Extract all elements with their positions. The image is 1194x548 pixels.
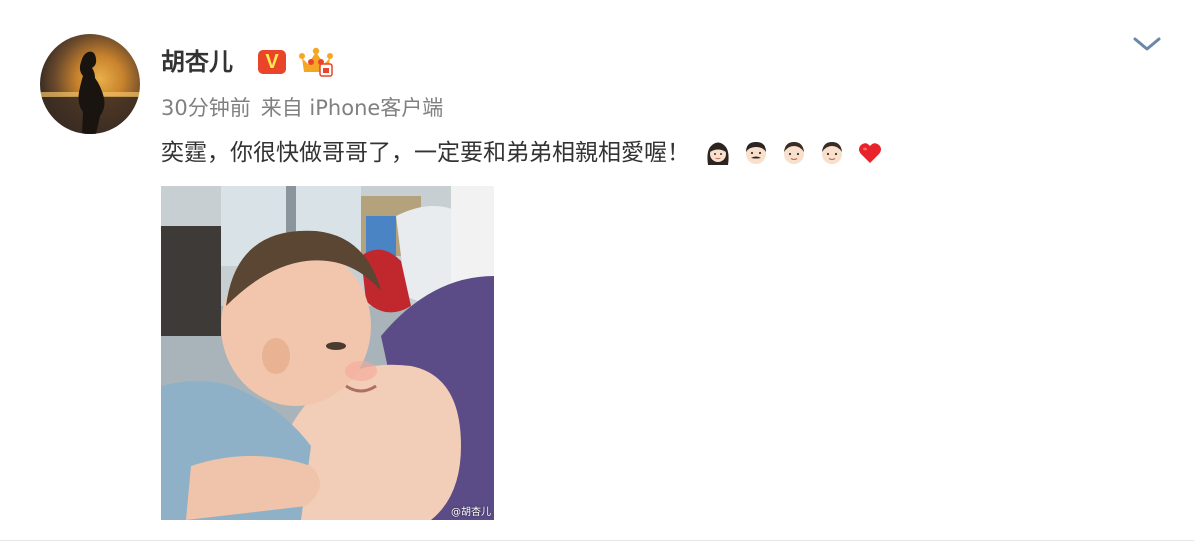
photo-watermark: @胡杏儿: [451, 507, 491, 518]
post-time[interactable]: 30分钟前: [161, 96, 251, 120]
author-avatar[interactable]: [40, 34, 140, 134]
man-mustache-emoji-icon: [746, 142, 766, 164]
post-photo[interactable]: @胡杏儿: [161, 186, 494, 520]
boy-emoji-icon: [822, 142, 842, 164]
author-name[interactable]: 胡杏儿: [161, 44, 233, 80]
woman-emoji-icon: [707, 142, 729, 165]
weibo-post: 胡杏儿 V 30分钟前 来自 iPhone客户端 奕霆，你很快做哥哥了，一定要和弟…: [0, 0, 1194, 548]
post-divider: [0, 540, 1194, 541]
photo-illustration: [161, 186, 494, 520]
boy-emoji-icon: [784, 142, 804, 164]
avatar-silhouette-icon: [40, 51, 140, 134]
post-meta: 30分钟前 来自 iPhone客户端: [161, 94, 443, 122]
post-source[interactable]: iPhone客户端: [309, 96, 443, 120]
verified-v-badge[interactable]: V: [258, 50, 286, 74]
post-text: 奕霆，你很快做哥哥了，一定要和弟弟相親相愛喔！: [161, 140, 690, 166]
vip-crown-icon[interactable]: [298, 44, 334, 78]
source-prefix: 来自: [260, 96, 303, 120]
red-heart-icon: [859, 143, 881, 163]
chevron-down-icon[interactable]: [1131, 34, 1163, 54]
post-content: 奕霆，你很快做哥哥了，一定要和弟弟相親相愛喔！: [161, 135, 884, 171]
